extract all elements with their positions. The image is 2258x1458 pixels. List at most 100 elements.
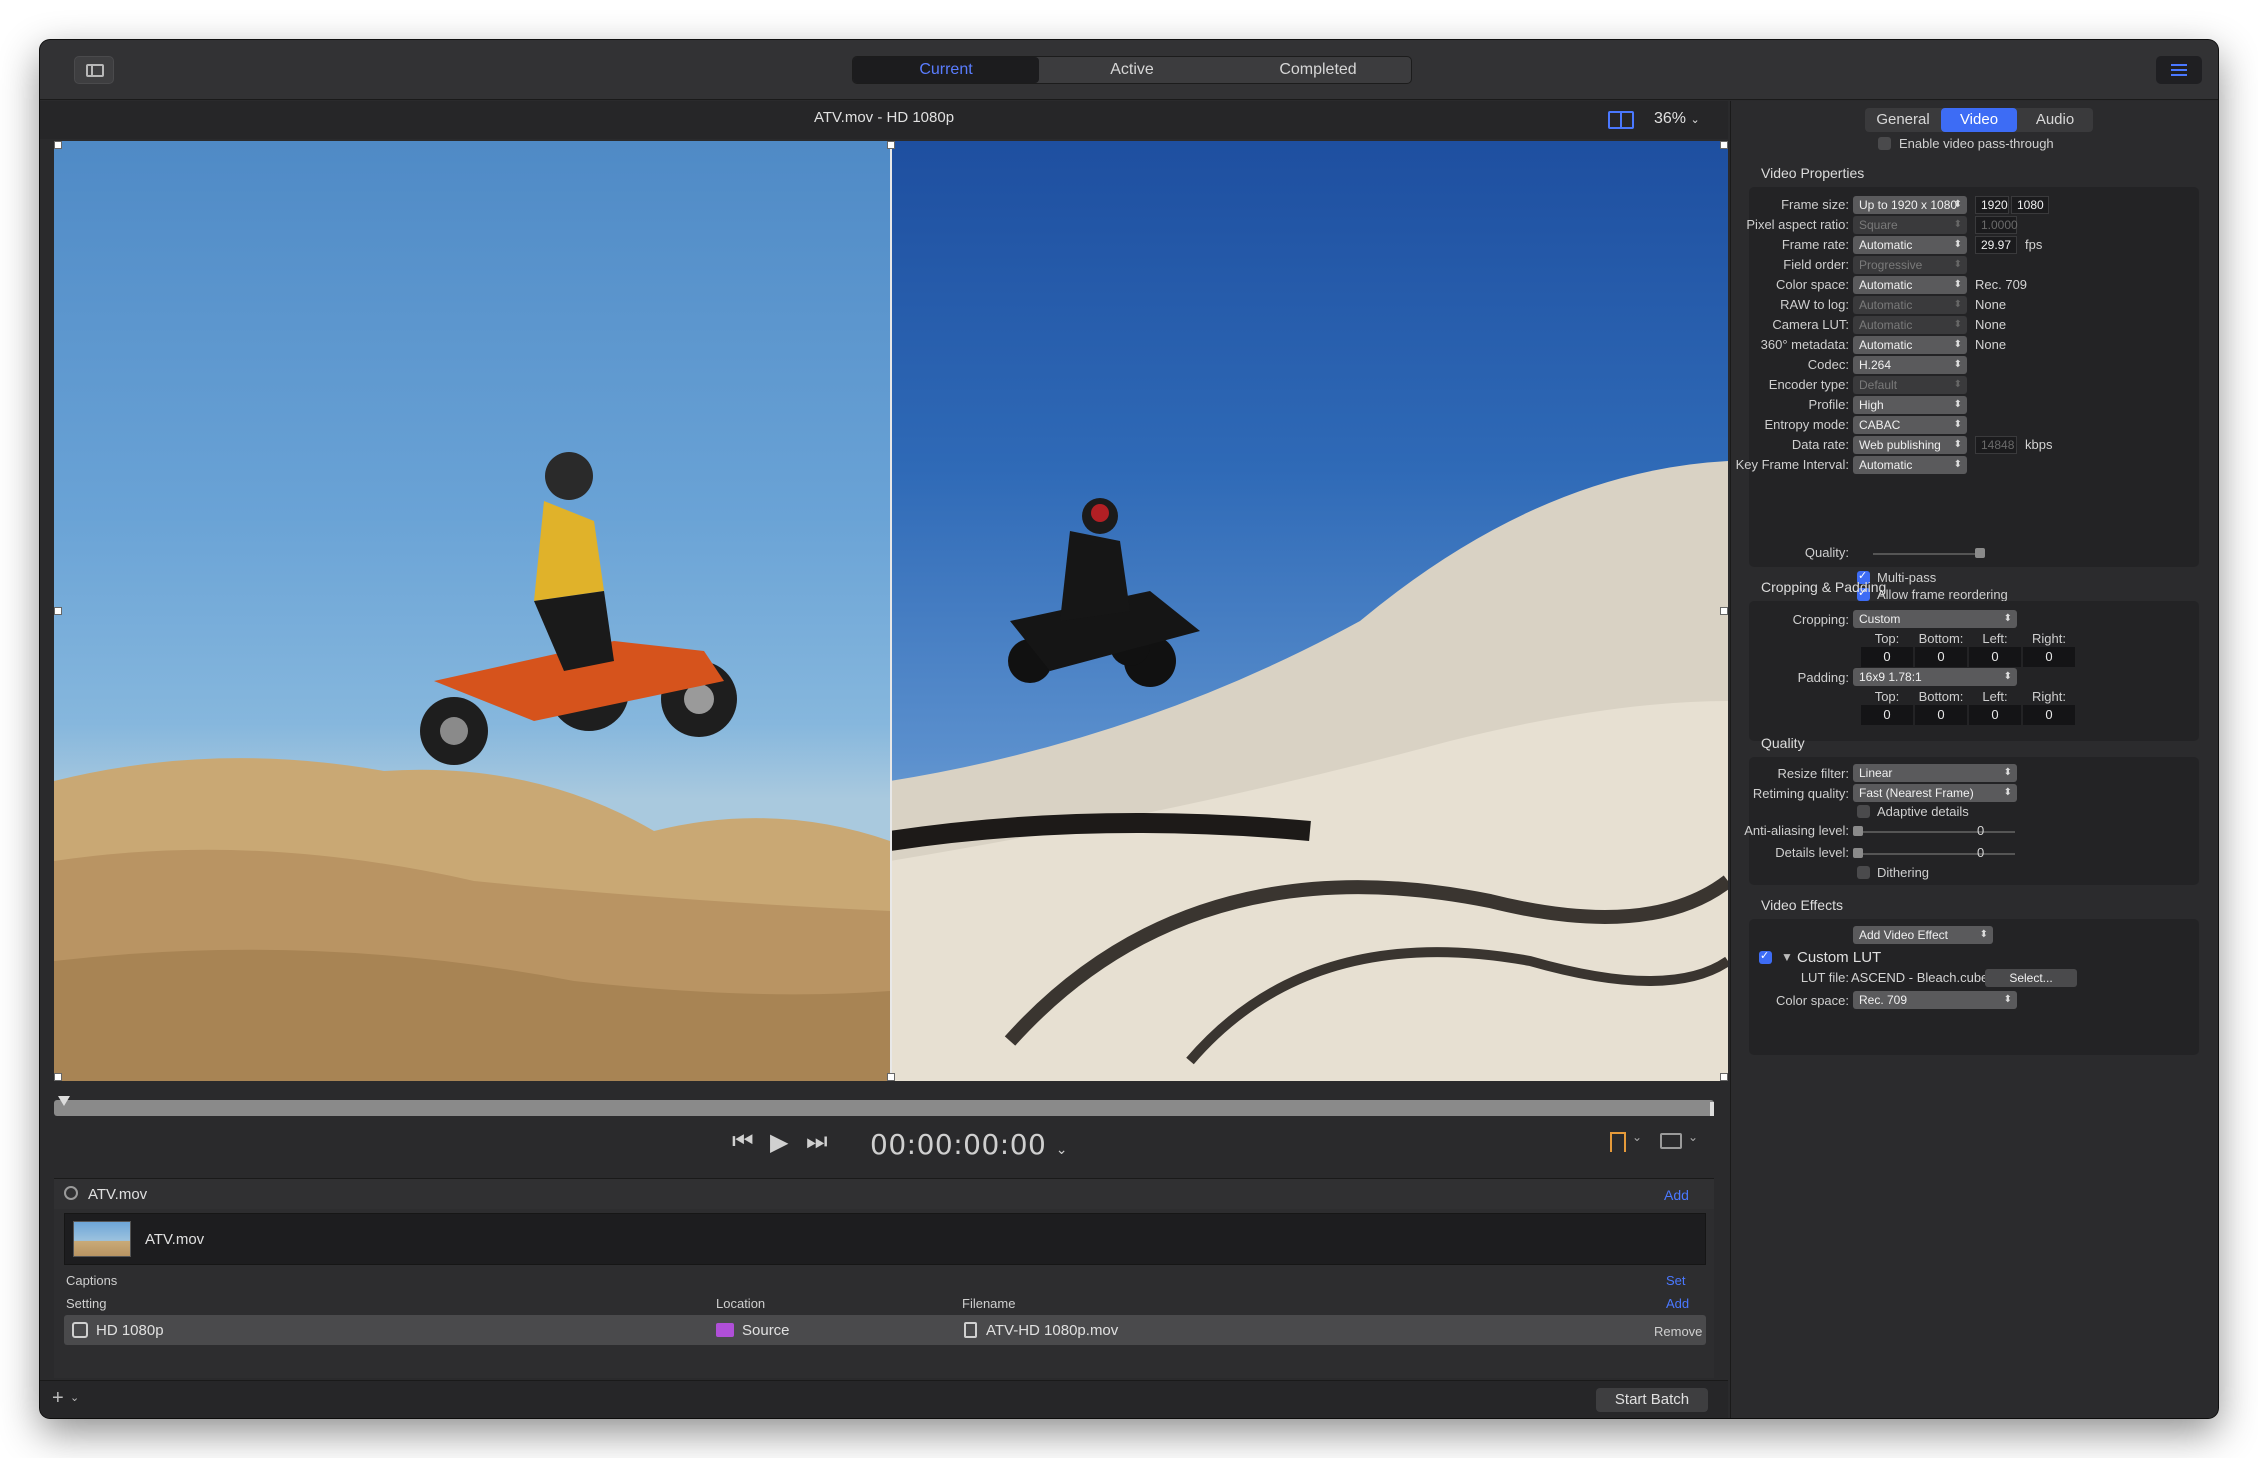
chevron-down-icon[interactable]: ⌄	[1632, 1130, 1642, 1144]
job-thumbnail	[73, 1221, 131, 1257]
property-popup[interactable]: Up to 1920 x 1080	[1853, 196, 1967, 214]
sidebar-toggle-button[interactable]	[74, 56, 114, 84]
start-batch-button[interactable]: Start Batch	[1596, 1388, 1708, 1412]
select-lut-button[interactable]: Select...	[1985, 969, 2077, 987]
passthrough-label: Enable video pass-through	[1899, 136, 2054, 151]
padding-value-field[interactable]: 0	[2023, 705, 2075, 725]
chevron-down-icon[interactable]: ⌄	[1688, 1130, 1698, 1144]
effect-color-space-label: Color space:	[1776, 993, 1849, 1008]
set-captions-button[interactable]: Set	[1666, 1273, 1686, 1288]
tab-audio[interactable]: Audio	[2017, 108, 2093, 132]
skip-forward-icon[interactable]: ⏭	[806, 1128, 828, 1156]
padding-header: Bottom:	[1918, 689, 1964, 704]
crop-value-field[interactable]: 0	[1915, 647, 1967, 667]
cropping-panel: Cropping: Custom Top:0Bottom:0Left:0Righ…	[1749, 601, 2199, 741]
add-icon[interactable]: +	[52, 1387, 64, 1410]
crop-handle[interactable]	[54, 141, 62, 149]
play-icon[interactable]: ▶	[770, 1128, 788, 1157]
property-popup[interactable]: Automatic	[1853, 456, 1967, 474]
out-point-marker[interactable]	[1710, 1102, 1714, 1116]
crop-handle[interactable]	[54, 1073, 62, 1081]
timecode-display[interactable]: 00:00:00:00 ⌄	[870, 1128, 1068, 1161]
bookmark-icon[interactable]	[1610, 1132, 1626, 1152]
zoom-popup[interactable]: 36% ⌄	[1654, 110, 1700, 128]
job-row[interactable]: ATV.mov	[64, 1213, 1706, 1265]
effect-color-space-popup[interactable]: Rec. 709	[1853, 991, 2017, 1009]
timeline-scrubber[interactable]	[54, 1100, 1714, 1116]
lut-file-value: ASCEND - Bleach.cube	[1851, 970, 1989, 985]
output-location[interactable]: Source	[742, 1322, 790, 1339]
custom-lut-checkbox[interactable]	[1759, 949, 1772, 964]
inspector-toggle-button[interactable]	[2156, 56, 2202, 84]
antialiasing-slider[interactable]	[1857, 831, 2015, 833]
dithering-label: Dithering	[1877, 865, 1930, 880]
disclosure-triangle-icon[interactable]: ▼	[1781, 950, 1793, 964]
cropping-popup[interactable]: Custom	[1853, 610, 2017, 628]
tab-video[interactable]: Video	[1941, 108, 2017, 132]
chevron-down-icon[interactable]: ⌄	[70, 1391, 79, 1404]
tab-general[interactable]: General	[1865, 108, 1941, 132]
dithering-checkbox[interactable]	[1857, 866, 1870, 879]
property-label: Profile:	[1808, 397, 1849, 412]
split-divider[interactable]	[890, 141, 892, 1081]
crop-header: Left:	[1982, 631, 2008, 646]
details-level-label: Details level:	[1775, 845, 1849, 860]
property-popup[interactable]: High	[1853, 396, 1967, 414]
sidebar-icon	[86, 64, 104, 77]
property-popup[interactable]: Automatic	[1853, 276, 1967, 294]
adaptive-details-checkbox[interactable]	[1857, 805, 1870, 818]
retiming-label: Retiming quality:	[1752, 786, 1849, 801]
output-filename[interactable]: ATV-HD 1080p.mov	[986, 1322, 1118, 1339]
property-popup[interactable]: Web publishing	[1853, 436, 1967, 454]
crop-value-field[interactable]: 0	[2023, 647, 2075, 667]
remove-output-button[interactable]: Remove	[1654, 1324, 1702, 1339]
property-popup[interactable]: Automatic	[1853, 336, 1967, 354]
property-field[interactable]: 1920	[1975, 196, 2009, 214]
display-icon[interactable]	[1660, 1133, 1682, 1149]
add-job-button[interactable]: Add	[1664, 1187, 1689, 1203]
playhead[interactable]	[58, 1096, 70, 1106]
tab-active[interactable]: Active	[1039, 57, 1225, 83]
video-viewer[interactable]	[54, 141, 1728, 1081]
quality-slider-knob[interactable]	[1975, 548, 1985, 558]
padding-value-field[interactable]: 0	[1969, 705, 2021, 725]
split-view-icon[interactable]	[1608, 111, 1634, 129]
skip-back-icon[interactable]: ⏮	[732, 1128, 754, 1156]
details-slider-knob[interactable]	[1853, 848, 1863, 858]
property-popup[interactable]: CABAC	[1853, 416, 1967, 434]
crop-handle[interactable]	[1720, 1073, 1728, 1081]
output-row[interactable]: HD 1080p Source ATV-HD 1080p.mov Remove	[64, 1315, 1706, 1345]
crop-handle[interactable]	[887, 1073, 895, 1081]
option-label: Allow frame reordering	[1877, 587, 2008, 602]
passthrough-checkbox[interactable]	[1878, 137, 1891, 150]
padding-popup[interactable]: 16x9 1.78:1	[1853, 668, 2017, 686]
crop-value-field[interactable]: 0	[1861, 647, 1913, 667]
tab-current[interactable]: Current	[853, 57, 1039, 83]
add-video-effect-button[interactable]: Add Video Effect	[1853, 926, 1993, 944]
property-field[interactable]: 1080	[2011, 196, 2049, 214]
property-popup[interactable]: H.264	[1853, 356, 1967, 374]
custom-lut-title: Custom LUT	[1797, 949, 1882, 966]
property-popup: Default	[1853, 376, 1967, 394]
crop-handle[interactable]	[887, 141, 895, 149]
resize-filter-popup[interactable]: Linear	[1853, 764, 2017, 782]
property-value: Automatic	[1859, 458, 1913, 472]
retiming-popup[interactable]: Fast (Nearest Frame)	[1853, 784, 2017, 802]
antialiasing-slider-knob[interactable]	[1853, 826, 1863, 836]
inspector-tabs: General Video Audio	[1865, 108, 2093, 132]
details-slider[interactable]	[1857, 853, 2015, 855]
property-label: Data rate:	[1791, 437, 1849, 452]
padding-value-field[interactable]: 0	[1861, 705, 1913, 725]
quality-slider[interactable]	[1873, 553, 1985, 555]
crop-handle[interactable]	[1720, 141, 1728, 149]
crop-handle[interactable]	[54, 607, 62, 615]
property-field[interactable]: 29.97	[1975, 236, 2017, 254]
property-popup[interactable]: Automatic	[1853, 236, 1967, 254]
crop-value-field[interactable]: 0	[1969, 647, 2021, 667]
original-preview-pane	[54, 141, 890, 1081]
tab-completed[interactable]: Completed	[1225, 57, 1411, 83]
property-field: 1.0000	[1975, 216, 2018, 234]
padding-value-field[interactable]: 0	[1915, 705, 1967, 725]
add-output-button[interactable]: Add	[1666, 1296, 1689, 1311]
property-value: CABAC	[1859, 418, 1901, 432]
